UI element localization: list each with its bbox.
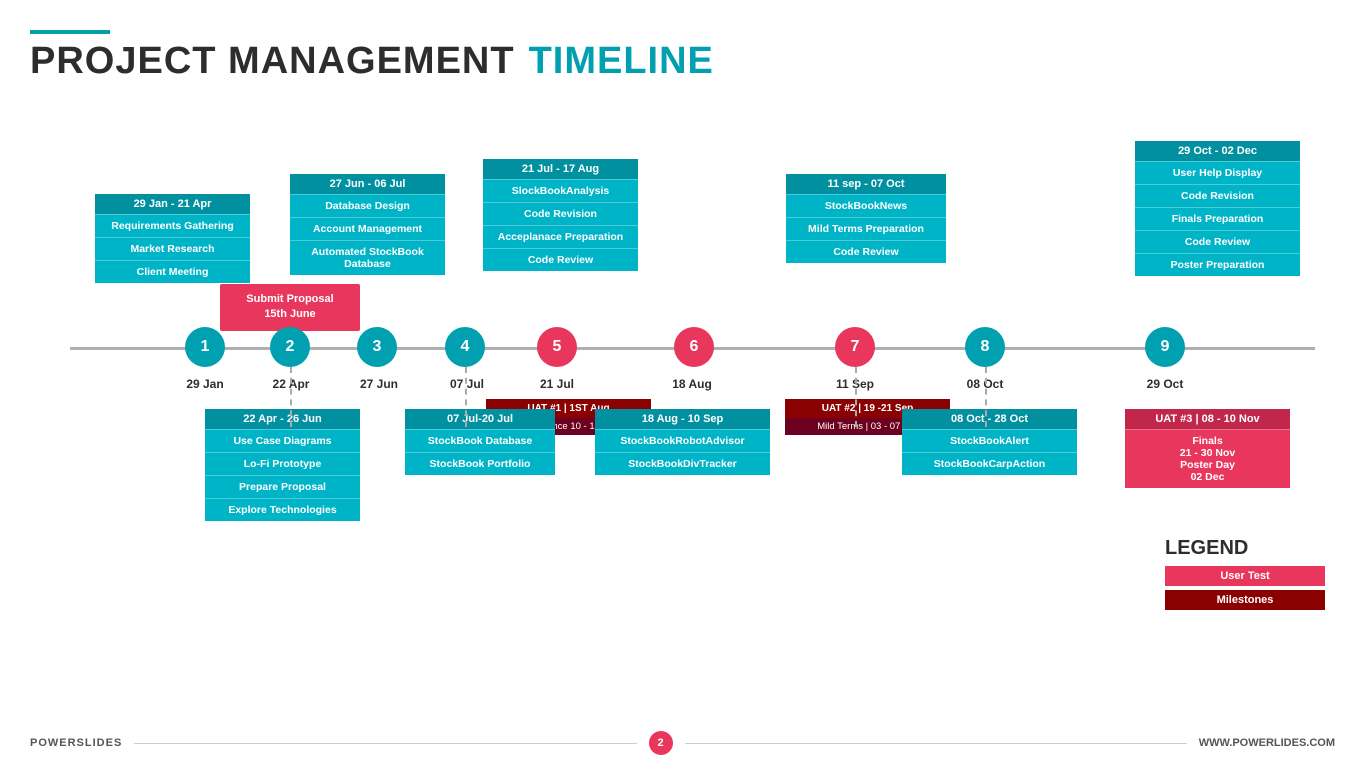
card-item: Finals Preparation [1135,207,1300,230]
card-below-1: 22 Apr - 26 Jun Use Case Diagrams Lo-Fi … [205,409,360,521]
card-header: 07 Jul-20 Jul [405,409,555,429]
card-item: Requirements Gathering [95,214,250,237]
card-header: 29 Jan - 21 Apr [95,194,250,214]
footer-page: 2 [649,731,673,755]
milestone-6: 6 [674,327,714,367]
card-below-2: 07 Jul-20 Jul StockBook Database StockBo… [405,409,555,475]
dashed-line-4 [465,367,467,427]
milestone-number: 9 [1161,338,1170,356]
card-item: Automated StockBook Database [290,240,445,275]
top-accent-line [30,30,110,34]
card-above-5: 29 Oct - 02 Dec User Help Display Code R… [1135,141,1300,276]
milestone-label-1: 29 Jan [170,377,240,391]
milestone-number: 4 [461,338,470,356]
milestone-8: 8 [965,327,1005,367]
card-below-5: UAT #3 | 08 - 10 Nov Finals21 - 30 NovPo… [1125,409,1290,488]
card-item: Database Design [290,194,445,217]
card-item: StockBookNews [786,194,946,217]
card-header: 11 sep - 07 Oct [786,174,946,194]
card-item: Code Review [786,240,946,263]
card-header: 18 Aug - 10 Sep [595,409,770,429]
card-item: Account Management [290,217,445,240]
card-above-3: 21 Jul - 17 Aug SlockBookAnalysis Code R… [483,159,638,271]
legend-box: LEGEND User Test Milestones [1165,529,1325,610]
milestone-7: 7 [835,327,875,367]
card-header: 22 Apr - 26 Jun [205,409,360,429]
footer-line-left [134,743,636,744]
dashed-line-7 [855,367,857,427]
card-item: StockBookCarpAction [902,452,1077,475]
card-item: Prepare Proposal [205,475,360,498]
milestone-label-5: 21 Jul [522,377,592,391]
card-below-4: 08 Oct - 28 Oct StockBookAlert StockBook… [902,409,1077,475]
card-item: StockBook Portfolio [405,452,555,475]
milestone-5: 5 [537,327,577,367]
card-item: Lo-Fi Prototype [205,452,360,475]
milestone-4: 4 [445,327,485,367]
milestone-label-4: 07 Jul [432,377,502,391]
card-item: Poster Preparation [1135,253,1300,276]
card-item: Acceplanace Preparation [483,225,638,248]
legend-user-test: User Test [1165,566,1325,586]
milestone-label-3: 27 Jun [344,377,414,391]
footer-line-right [685,743,1187,744]
card-above-2: 27 Jun - 06 Jul Database Design Account … [290,174,445,275]
card-item: Code Review [483,248,638,271]
footer-url: WWW.POWERLIDES.COM [1199,737,1335,749]
card-item: Use Case Diagrams [205,429,360,452]
card-item: StockBookRobotAdvisor [595,429,770,452]
card-item: StockBookAlert [902,429,1077,452]
card-header: 29 Oct - 02 Dec [1135,141,1300,161]
card-item: SlockBookAnalysis [483,179,638,202]
card-item: Finals21 - 30 NovPoster Day02 Dec [1125,429,1290,488]
card-header: 21 Jul - 17 Aug [483,159,638,179]
milestone-number: 1 [201,338,210,356]
milestone-number: 7 [851,338,860,356]
slide: PROJECT MANAGEMENT TIMELINE 29 Jan - 21 … [0,0,1365,767]
card-above-1: 29 Jan - 21 Apr Requirements Gathering M… [95,194,250,283]
milestone-number: 6 [690,338,699,356]
card-item: Explore Technologies [205,498,360,521]
submit-proposal-box: Submit Proposal15th June [220,284,360,331]
card-item: Code Revision [1135,184,1300,207]
card-item: Code Review [1135,230,1300,253]
card-item: Client Meeting [95,260,250,283]
card-above-4: 11 sep - 07 Oct StockBookNews Mild Terms… [786,174,946,263]
milestone-2: 2 [270,327,310,367]
dashed-line-8 [985,367,987,427]
milestone-9: 9 [1145,327,1185,367]
title-accent: TIMELINE [529,40,714,83]
card-item: User Help Display [1135,161,1300,184]
timeline-area: 29 Jan - 21 Apr Requirements Gathering M… [30,99,1335,679]
title-main: PROJECT MANAGEMENT [30,40,515,83]
milestone-number: 2 [286,338,295,356]
legend-milestones: Milestones [1165,590,1325,610]
footer-brand: POWERSLIDES [30,737,122,749]
milestone-label-9: 29 Oct [1130,377,1200,391]
card-item: Market Research [95,237,250,260]
card-item: StockBook Database [405,429,555,452]
card-below-3: 18 Aug - 10 Sep StockBookRobotAdvisor St… [595,409,770,475]
milestone-label-6: 18 Aug [657,377,727,391]
card-item: StockBookDivTracker [595,452,770,475]
title-block: PROJECT MANAGEMENT TIMELINE [30,40,1335,83]
card-item: Code Revision [483,202,638,225]
milestone-number: 8 [981,338,990,356]
card-header: UAT #3 | 08 - 10 Nov [1125,409,1290,429]
footer: POWERSLIDES 2 WWW.POWERLIDES.COM [30,731,1335,755]
milestone-3: 3 [357,327,397,367]
milestone-1: 1 [185,327,225,367]
dashed-line-2 [290,367,292,427]
milestone-number: 3 [373,338,382,356]
card-header: 27 Jun - 06 Jul [290,174,445,194]
card-header: 08 Oct - 28 Oct [902,409,1077,429]
legend-title: LEGEND [1165,537,1325,560]
milestone-number: 5 [553,338,562,356]
card-item: Mild Terms Preparation [786,217,946,240]
